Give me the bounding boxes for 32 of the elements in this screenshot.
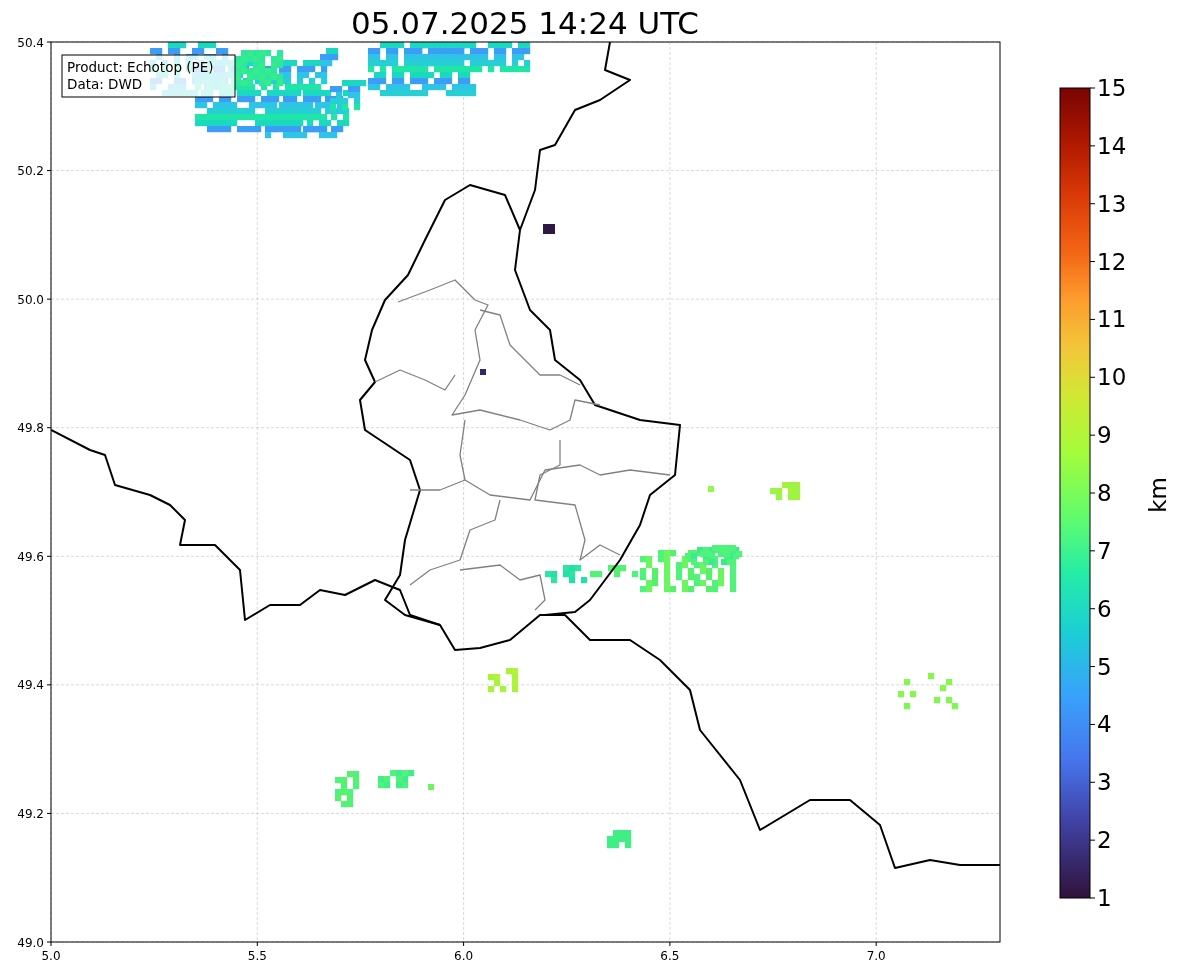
colorbar-tick-label: 7 [1097, 537, 1112, 564]
colorbar-tick-label: 1 [1097, 885, 1112, 911]
colorbar-tick-label: 14 [1097, 132, 1127, 159]
colorbar-tick-label: 13 [1097, 190, 1127, 217]
y-tick-label: 49.0 [17, 935, 44, 950]
y-tick-label: 50.4 [17, 35, 44, 50]
x-tick-label: 7.0 [866, 949, 886, 963]
colorbar-tick-label: 5 [1097, 653, 1112, 680]
y-tick-label: 49.4 [17, 678, 44, 693]
x-tick-label: 5.0 [41, 949, 61, 963]
y-tick-label: 50.2 [17, 164, 44, 179]
colorbar-tick-label: 4 [1097, 711, 1112, 738]
y-tick-label: 50.0 [17, 292, 44, 307]
x-tick-label: 5.5 [247, 949, 267, 963]
y-tick-label: 49.2 [17, 806, 44, 821]
colorbar-tick-label: 9 [1097, 422, 1112, 449]
colorbar-tick-label: 3 [1097, 769, 1112, 796]
y-tick-label: 49.6 [17, 549, 44, 564]
legend-text: Data: DWD [67, 76, 143, 92]
chart-title: 05.07.2025 14:24 UTC [351, 5, 699, 41]
colorbar-tick-label: 8 [1097, 480, 1112, 506]
colorbar-tick-label: 11 [1097, 306, 1127, 333]
colorbar-label: km [1145, 477, 1171, 513]
colorbar-tick-label: 6 [1097, 595, 1112, 622]
x-tick-label: 6.0 [454, 949, 474, 963]
legend-text: Product: Echotop (PE) [67, 59, 214, 75]
colorbar-tick-label: 12 [1097, 248, 1127, 275]
x-tick-label: 6.5 [660, 949, 680, 963]
colorbar-tick-label: 10 [1097, 364, 1127, 391]
colorbar-tick-label: 15 [1097, 75, 1127, 101]
y-tick-label: 49.8 [17, 421, 44, 436]
colorbar-tick-label: 2 [1097, 827, 1112, 854]
